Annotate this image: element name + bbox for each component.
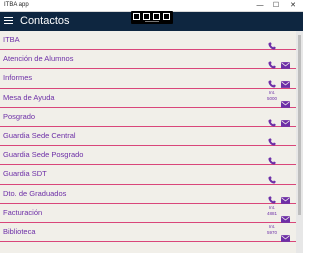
- contact-row[interactable]: ITBA: [0, 31, 296, 51]
- extension-number: Int. 5000: [264, 90, 280, 102]
- contact-row[interactable]: Dto. de Graduados: [0, 185, 296, 204]
- contact-row[interactable]: Atención de Alumnos: [0, 50, 296, 70]
- contact-row[interactable]: Guardia SDT: [0, 165, 296, 185]
- contact-label: Biblioteca: [3, 226, 36, 236]
- hamburger-icon[interactable]: [4, 17, 13, 25]
- contact-label: ITBA: [3, 35, 20, 44]
- scrollbar[interactable]: [296, 31, 303, 253]
- contact-label: Posgrado: [3, 111, 36, 121]
- contact-label: Guardia Sede Posgrado: [3, 150, 84, 160]
- phone-icon[interactable]: [268, 191, 276, 204]
- phone-icon[interactable]: [268, 152, 276, 165]
- contact-label: Informes: [3, 73, 33, 83]
- toolbar-drag-handle[interactable]: [145, 21, 159, 22]
- contact-row[interactable]: Mesa de Ayuda Int. 5000: [0, 89, 296, 108]
- contact-label: Atención de Alumnos: [3, 54, 74, 64]
- contact-label: Facturación: [3, 207, 43, 217]
- phone-icon[interactable]: [268, 171, 276, 184]
- contact-row[interactable]: Informes: [0, 69, 296, 89]
- contact-row[interactable]: Facturación Int. 4881: [0, 204, 296, 223]
- contact-row[interactable]: Guardia Sede Posgrado: [0, 146, 296, 166]
- extension-number: Int. 4881: [264, 205, 280, 217]
- contact-label: Dto. de Graduados: [3, 188, 67, 198]
- extension-number: Int. 5970: [264, 224, 280, 236]
- contact-row[interactable]: Posgrado: [0, 108, 296, 127]
- mail-icon[interactable]: [281, 75, 290, 89]
- contact-row[interactable]: Biblioteca Int. 5970: [0, 223, 296, 243]
- phone-icon[interactable]: [268, 75, 276, 88]
- contact-label: Mesa de Ayuda: [3, 92, 55, 102]
- toolbar-tool-1-icon[interactable]: [133, 13, 140, 20]
- extension-value: 4881: [266, 210, 277, 216]
- phone-icon[interactable]: [268, 37, 276, 50]
- mail-icon[interactable]: [281, 95, 290, 108]
- floating-toolbar: [131, 11, 173, 24]
- contact-label: Guardia Sede Central: [3, 130, 76, 140]
- contact-row[interactable]: Guardia Sede Central: [0, 127, 296, 147]
- minimize-button[interactable]: —: [252, 0, 268, 11]
- phone-icon[interactable]: [268, 133, 276, 146]
- phone-icon[interactable]: [268, 114, 276, 127]
- phone-icon[interactable]: [268, 56, 276, 69]
- extension-value: 5970: [266, 229, 277, 235]
- scrollbar-thumb[interactable]: [298, 35, 301, 215]
- mail-icon[interactable]: [281, 56, 290, 70]
- mail-icon[interactable]: [281, 114, 290, 127]
- contact-label: Guardia SDT: [3, 169, 47, 179]
- page-title: Contactos: [20, 15, 70, 27]
- contact-list: ITBA Atención de Alumnos Informes Mesa de A…: [0, 31, 296, 253]
- toolbar-tool-2-icon[interactable]: [143, 13, 150, 20]
- mail-icon[interactable]: [281, 210, 290, 223]
- close-button[interactable]: ✕: [285, 0, 301, 11]
- maximize-button[interactable]: ☐: [268, 0, 284, 11]
- toolbar-tool-3-icon[interactable]: [153, 13, 160, 20]
- mail-icon[interactable]: [281, 229, 290, 242]
- toolbar-tool-4-icon[interactable]: [163, 13, 170, 20]
- mail-icon[interactable]: [281, 191, 290, 204]
- window-title: ITBA app: [4, 2, 29, 8]
- extension-value: 5000: [266, 95, 277, 101]
